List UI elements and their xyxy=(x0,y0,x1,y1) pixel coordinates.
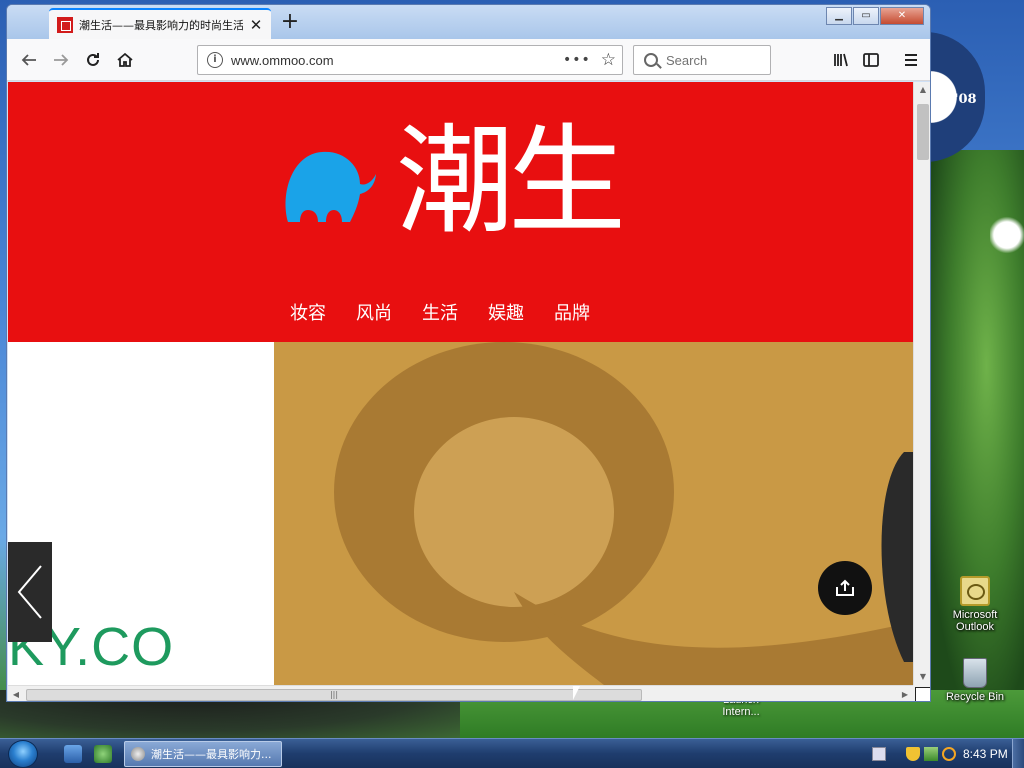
scrollbar-corner xyxy=(913,685,930,701)
browser-task-icon xyxy=(131,747,145,761)
sidebar-icon xyxy=(863,53,879,67)
wallpaper-badge-text: MA'08 xyxy=(930,92,977,107)
library-icon xyxy=(834,53,848,67)
new-tab-button[interactable]: + xyxy=(279,11,301,33)
home-icon xyxy=(117,52,133,67)
scroll-left-arrow-icon[interactable]: ◀ xyxy=(8,686,24,701)
hamburger-menu-icon xyxy=(905,54,917,66)
elephant-logo-icon[interactable] xyxy=(280,144,376,224)
browser-window: 潮生活——最具影响力的时尚生活 ✕ + ▁ ▭ ✕ i www.ommoo.co… xyxy=(6,4,931,702)
tab-title: 潮生活——最具影响力的时尚生活 xyxy=(79,18,243,32)
site-nav-item-life[interactable]: 生活 xyxy=(422,299,458,325)
site-nav-item-fashion[interactable]: 风尚 xyxy=(356,299,392,325)
page-viewport: 潮生 妆容 风尚 生活 娱趣 品牌 KY.CO xyxy=(8,82,913,685)
taskbar-task-label: 潮生活——最具影响力... xyxy=(151,748,272,761)
switch-windows-icon[interactable] xyxy=(94,745,112,763)
forward-button[interactable] xyxy=(47,46,75,74)
outlook-icon xyxy=(960,576,990,606)
minimize-button[interactable]: ▁ xyxy=(826,7,852,25)
sidebar-button[interactable] xyxy=(857,46,885,74)
site-header: 潮生 妆容 风尚 生活 娱趣 品牌 xyxy=(8,82,913,342)
url-text[interactable]: www.ommoo.com xyxy=(231,53,563,68)
scroll-down-arrow-icon[interactable]: ▼ xyxy=(914,669,930,685)
desktop-icon-outlook[interactable]: Microsoft Outlook xyxy=(940,576,1010,633)
url-bar[interactable]: i www.ommoo.com ••• ☆ xyxy=(197,45,623,75)
vertical-scroll-thumb[interactable] xyxy=(917,104,929,160)
chevron-left-icon xyxy=(17,565,42,619)
slider-prev-button[interactable] xyxy=(8,542,52,642)
bookmark-star-icon[interactable]: ☆ xyxy=(601,50,616,70)
search-icon xyxy=(644,53,658,67)
desktop-icon-recycle-bin[interactable]: Recycle Bin xyxy=(940,658,1010,703)
recycle-bin-icon xyxy=(963,658,987,688)
taskbar-clock[interactable]: 8:43 PM xyxy=(963,747,1008,761)
back-button[interactable] xyxy=(15,46,43,74)
security-shield-icon[interactable] xyxy=(906,747,920,761)
browser-tab[interactable]: 潮生活——最具影响力的时尚生活 ✕ xyxy=(49,8,271,39)
menu-button[interactable] xyxy=(897,46,925,74)
library-button[interactable] xyxy=(827,46,855,74)
start-button[interactable] xyxy=(8,740,38,768)
keyboard-tray-icon[interactable] xyxy=(872,747,886,761)
scroll-right-arrow-icon[interactable]: ▶ xyxy=(897,686,913,701)
search-bar[interactable] xyxy=(633,45,771,75)
forward-arrow-icon xyxy=(54,54,69,66)
title-bar: 潮生活——最具影响力的时尚生活 ✕ + ▁ ▭ ✕ xyxy=(7,5,930,39)
desktop-icon-label: Recycle Bin xyxy=(945,691,1005,703)
search-tray-icon[interactable] xyxy=(942,747,956,761)
show-desktop-button[interactable] xyxy=(1012,739,1024,768)
close-window-button[interactable]: ✕ xyxy=(880,7,924,25)
mouse-cursor-icon xyxy=(573,686,580,700)
maximize-button[interactable]: ▭ xyxy=(853,7,879,25)
site-nav-item-entertainment[interactable]: 娱趣 xyxy=(488,299,524,325)
scroll-up-arrow-icon[interactable]: ▲ xyxy=(914,82,930,98)
desktop-icon-label: Microsoft Outlook xyxy=(952,609,998,633)
site-nav-item-makeup[interactable]: 妆容 xyxy=(290,299,326,325)
network-tray-icon[interactable] xyxy=(924,747,938,761)
slide-photo[interactable] xyxy=(274,342,913,685)
taskbar: 潮生活——最具影响力... 8:43 PM xyxy=(0,738,1024,768)
page-actions-icon[interactable]: ••• xyxy=(563,52,591,68)
navigation-toolbar: i www.ommoo.com ••• ☆ xyxy=(7,39,930,81)
site-nav-item-brands[interactable]: 品牌 xyxy=(554,299,590,325)
ribbon-shadow-image xyxy=(274,342,913,685)
window-controls: ▁ ▭ ✕ xyxy=(825,7,924,25)
search-input[interactable] xyxy=(666,52,766,68)
home-button[interactable] xyxy=(111,46,139,74)
wallpaper-cloud xyxy=(990,215,1024,255)
reload-button[interactable] xyxy=(79,46,107,74)
share-button[interactable] xyxy=(818,561,872,615)
site-logo-text[interactable]: 潮生 xyxy=(396,116,626,246)
horizontal-scrollbar[interactable]: ◀ ||| ▶ xyxy=(8,685,913,701)
vertical-scrollbar[interactable]: ▲ ▼ xyxy=(913,82,930,685)
horizontal-scroll-thumb[interactable]: ||| xyxy=(26,689,642,701)
back-arrow-icon xyxy=(21,54,36,66)
taskbar-task-browser[interactable]: 潮生活——最具影响力... xyxy=(124,741,282,767)
show-desktop-quick-icon[interactable] xyxy=(64,745,82,763)
close-tab-icon[interactable]: ✕ xyxy=(249,17,263,32)
reload-icon xyxy=(87,53,99,66)
site-nav: 妆容 风尚 生活 娱趣 品牌 xyxy=(290,299,590,325)
site-info-icon[interactable]: i xyxy=(207,52,223,68)
site-favicon-icon xyxy=(57,16,73,33)
share-icon xyxy=(836,579,854,596)
